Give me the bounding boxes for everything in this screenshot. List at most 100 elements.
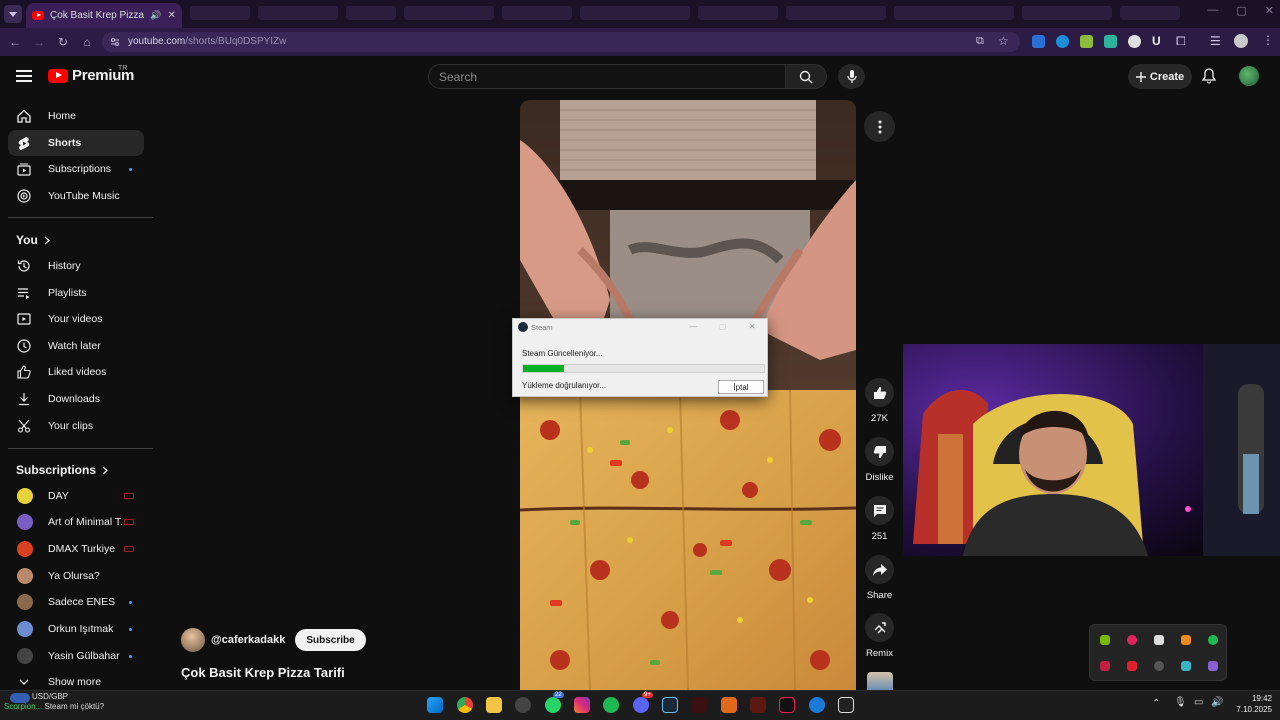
sidebar-item-playlists[interactable]: Playlists — [8, 280, 144, 306]
spotify-taskbar-icon[interactable] — [603, 697, 619, 713]
minimize-icon[interactable]: — — [1207, 4, 1218, 17]
instagram-taskbar-icon[interactable] — [574, 697, 590, 713]
browser-tab[interactable] — [190, 6, 250, 20]
browser-tab[interactable] — [580, 6, 690, 20]
app-tray-icon[interactable] — [1181, 661, 1191, 671]
mic-tray-icon[interactable] — [1100, 661, 1110, 671]
extension-icon[interactable] — [1080, 35, 1093, 48]
comments-button[interactable]: 251 — [864, 496, 895, 542]
sidebar-item-downloads[interactable]: Downloads — [8, 386, 144, 412]
tab-search-button[interactable] — [4, 5, 22, 23]
subscribe-button[interactable]: Subscribe — [295, 629, 366, 651]
browser-tab[interactable] — [258, 6, 338, 20]
obs-tray-icon[interactable] — [1154, 661, 1164, 671]
subscription-channel[interactable]: Orkun Işıtmak — [8, 616, 144, 642]
browser-tab[interactable] — [786, 6, 886, 20]
window-close-icon[interactable]: ✕ — [1265, 4, 1274, 17]
remix-button[interactable]: Remix — [864, 613, 895, 659]
create-button[interactable]: Create — [1128, 64, 1192, 89]
whatsapp-taskbar-icon[interactable] — [545, 697, 561, 713]
app-tray-icon[interactable] — [1208, 661, 1218, 671]
cancel-button[interactable]: İptal — [718, 380, 764, 394]
browser-tab[interactable] — [894, 6, 1014, 20]
youtube-premium-logo[interactable]: Premium TR — [48, 65, 134, 84]
minimize-icon[interactable]: — — [689, 322, 697, 331]
channel-avatar[interactable] — [181, 628, 205, 652]
volume-icon[interactable]: 🔊 — [1211, 697, 1223, 708]
app-taskbar-icon[interactable] — [691, 697, 707, 713]
discord-tray-icon[interactable] — [1154, 635, 1164, 645]
dialog-title-bar[interactable]: Steam — ▢ ✕ — [513, 319, 767, 336]
search-box[interactable] — [428, 64, 786, 89]
subscription-channel[interactable]: Sadece ENES — [8, 589, 144, 615]
reading-list-icon[interactable]: ☰ — [1210, 34, 1221, 48]
app-taskbar-icon[interactable] — [838, 697, 854, 713]
tab-audio-icon[interactable]: 🔊 — [150, 10, 161, 21]
subscription-channel[interactable]: DAY — [8, 483, 144, 509]
account-avatar[interactable] — [1239, 66, 1259, 86]
app-tray-icon[interactable] — [1181, 635, 1191, 645]
sidebar-item-history[interactable]: History — [8, 253, 144, 279]
back-icon[interactable]: ← — [8, 35, 22, 49]
browser-menu-icon[interactable]: ⋮ — [1262, 33, 1274, 47]
sidebar-item-your-videos[interactable]: Your videos — [8, 306, 144, 332]
reload-icon[interactable]: ↻ — [56, 35, 70, 49]
extension-icon[interactable] — [1104, 35, 1117, 48]
close-icon[interactable]: ✕ — [749, 322, 756, 331]
guide-menu-icon[interactable] — [16, 70, 32, 82]
extensions-puzzle-icon[interactable]: ⧠ — [1176, 34, 1186, 49]
search-input[interactable] — [429, 65, 785, 88]
more-options-button[interactable] — [864, 111, 895, 142]
app-tray-icon[interactable] — [1127, 635, 1137, 645]
tiktok-taskbar-icon[interactable] — [779, 697, 795, 713]
subscription-channel[interactable]: Ya Olursa? — [8, 563, 144, 589]
channel-handle[interactable]: @caferkadakk — [211, 634, 285, 646]
app-taskbar-icon[interactable] — [809, 697, 825, 713]
sidebar-item-subscriptions[interactable]: Subscriptions — [8, 156, 144, 182]
sidebar-you-heading[interactable]: You — [16, 233, 50, 247]
browser-tab[interactable] — [698, 6, 778, 20]
voice-search-button[interactable] — [838, 64, 865, 89]
subscription-channel[interactable]: Art of Minimal T... — [8, 509, 144, 535]
short-title[interactable]: Çok Basit Krep Pizza Tarifi — [181, 665, 345, 680]
sidebar-item-shorts[interactable]: Shorts — [8, 130, 144, 156]
tray-overflow-chevron-icon[interactable]: ⌃ — [1152, 698, 1160, 709]
chrome-taskbar-icon[interactable] — [457, 697, 473, 713]
subscription-channel[interactable]: DMAX Turkiye — [8, 536, 144, 562]
browser-tab[interactable] — [1120, 6, 1180, 20]
subscription-channel[interactable]: Yasin Gülbahar — [8, 643, 144, 669]
nvidia-icon[interactable] — [1100, 635, 1110, 645]
taskbar-clock[interactable]: 19:42 7.10.2025 — [1226, 693, 1272, 715]
extension-u-icon[interactable]: U — [1152, 34, 1161, 48]
search-button[interactable] — [786, 64, 827, 89]
browser-tab[interactable] — [1022, 6, 1112, 20]
browser-tab-active[interactable]: Çok Basit Krep Pizza Tarifi 🔊 ✕ — [26, 3, 182, 28]
like-button[interactable]: 27K — [864, 378, 895, 424]
site-info-icon[interactable] — [110, 37, 120, 47]
sidebar-item-home[interactable]: Home — [8, 103, 144, 129]
profile-avatar[interactable] — [1234, 34, 1248, 48]
extension-icon[interactable] — [1056, 35, 1069, 48]
discord-taskbar-icon[interactable] — [633, 697, 649, 713]
file-explorer-icon[interactable] — [486, 697, 502, 713]
forward-icon[interactable]: → — [32, 35, 46, 49]
app-taskbar-icon[interactable] — [750, 697, 766, 713]
network-icon[interactable]: ▭ — [1194, 697, 1203, 708]
browser-tab[interactable] — [346, 6, 396, 20]
share-button[interactable]: Share — [864, 555, 895, 601]
browser-tab[interactable] — [502, 6, 572, 20]
sidebar-subscriptions-heading[interactable]: Subscriptions — [16, 463, 108, 477]
notifications-icon[interactable] — [1202, 68, 1216, 84]
tab-close-icon[interactable]: ✕ — [168, 10, 176, 21]
app-taskbar-icon[interactable] — [721, 697, 737, 713]
extension-icon[interactable] — [1128, 35, 1141, 48]
app-tray-icon[interactable] — [1127, 661, 1137, 671]
extension-icon[interactable] — [1032, 35, 1045, 48]
app-taskbar-icon[interactable] — [515, 697, 531, 713]
sidebar-item-liked-videos[interactable]: Liked videos — [8, 359, 144, 385]
install-app-icon[interactable]: ⧉ — [976, 35, 984, 48]
browser-tab[interactable] — [404, 6, 494, 20]
microphone-tray-icon[interactable]: 🎙 — [1174, 697, 1187, 708]
windows-start-icon[interactable] — [427, 697, 443, 713]
sidebar-item-youtube-music[interactable]: YouTube Music — [8, 183, 144, 209]
